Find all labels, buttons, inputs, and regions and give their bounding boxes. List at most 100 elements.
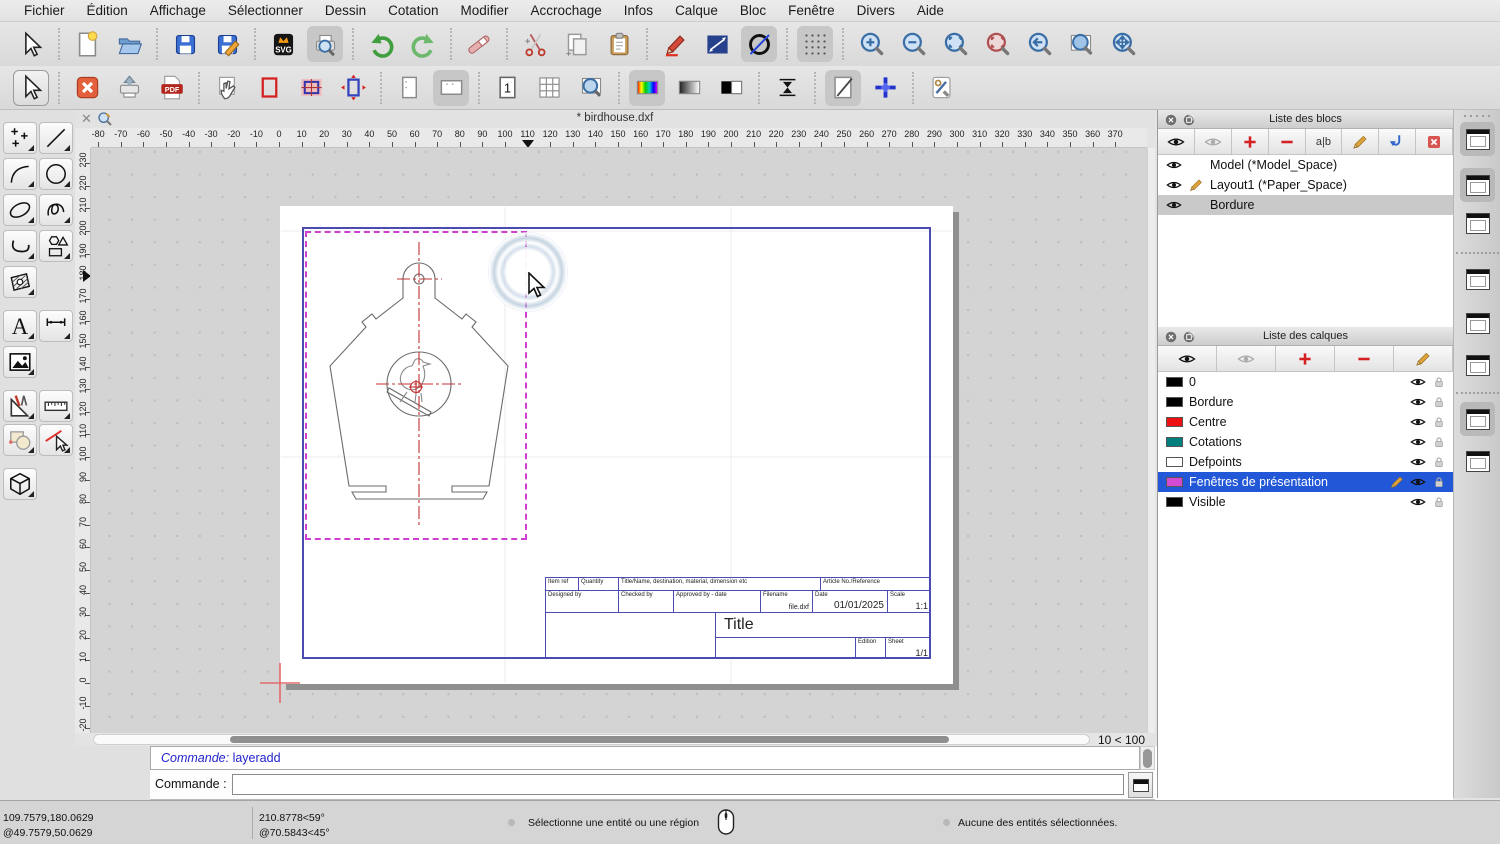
layer-row[interactable]: Bordure <box>1158 392 1453 412</box>
grid-icon[interactable] <box>797 26 833 62</box>
menu-calque[interactable]: Calque <box>664 3 729 18</box>
eyegray-icon[interactable] <box>1195 129 1232 154</box>
insert-icon[interactable] <box>1379 129 1416 154</box>
dock-blocks-icon[interactable] <box>1460 122 1495 156</box>
bw-icon[interactable] <box>713 70 749 106</box>
points-tool-icon[interactable] <box>3 122 37 154</box>
pdf-icon[interactable]: PDF <box>153 70 189 106</box>
horizontal-scrollbar[interactable]: 10 < 100 <box>91 733 1147 746</box>
command-history[interactable]: Commande: layeradd <box>150 746 1140 770</box>
hscroll-track[interactable] <box>93 734 1090 745</box>
layer-row-icons[interactable] <box>1410 434 1447 450</box>
menu-divers[interactable]: Divers <box>846 3 906 18</box>
arc-tool-icon[interactable] <box>3 158 37 190</box>
printup-icon[interactable] <box>111 70 147 106</box>
new-icon[interactable] <box>69 26 105 62</box>
layer-row-icons[interactable] <box>1410 394 1447 410</box>
hscroll-thumb[interactable] <box>230 736 949 743</box>
menu-selectionner[interactable]: Sélectionner <box>217 3 314 18</box>
menu-cotation[interactable]: Cotation <box>377 3 449 18</box>
dock-layer-list-icon[interactable] <box>1460 262 1495 296</box>
layer-row[interactable]: Visible <box>1158 492 1453 512</box>
layer-row[interactable]: 0 <box>1158 372 1453 392</box>
vport2-icon[interactable] <box>293 70 329 106</box>
layer-row[interactable]: Cotations <box>1158 432 1453 452</box>
visibility-eye-icon[interactable] <box>1166 197 1182 213</box>
vport-icon[interactable] <box>251 70 287 106</box>
crosshair-icon[interactable] <box>867 70 903 106</box>
circle-tool-icon[interactable] <box>39 158 73 190</box>
diameter-icon[interactable] <box>741 26 777 62</box>
dock-pen-icon[interactable] <box>1460 348 1495 382</box>
pencil-icon[interactable] <box>1342 129 1379 154</box>
line-tool-icon[interactable] <box>39 122 73 154</box>
command-scrollbar[interactable] <box>1140 746 1155 770</box>
layer-row-icons[interactable] <box>1410 494 1447 510</box>
box3d-tool-icon[interactable] <box>3 468 37 500</box>
redo-icon[interactable] <box>405 26 441 62</box>
ellipse-tool-icon[interactable] <box>3 194 37 226</box>
menu-fichier[interactable]: Fichier <box>13 3 76 18</box>
plus-icon[interactable] <box>1232 129 1269 154</box>
dock-preview-icon[interactable] <box>1460 206 1495 240</box>
visibility-eye-icon[interactable] <box>1166 157 1182 173</box>
drafttools-tool-icon[interactable] <box>3 390 37 422</box>
undo-icon[interactable] <box>363 26 399 62</box>
paste-icon[interactable] <box>601 26 637 62</box>
hatch-tool-icon[interactable] <box>3 266 37 298</box>
color-icon[interactable] <box>629 70 665 106</box>
layer-row-icons[interactable] <box>1410 454 1447 470</box>
cut-icon[interactable] <box>517 26 553 62</box>
zout-icon[interactable] <box>895 26 931 62</box>
preview-icon[interactable] <box>307 26 343 62</box>
block-row[interactable]: Layout1 (*Paper_Space) <box>1158 175 1453 195</box>
svg-icon[interactable]: SVG <box>265 26 301 62</box>
menu-aide[interactable]: Aide <box>906 3 955 18</box>
dim-tool-icon[interactable] <box>39 310 73 342</box>
distance-icon[interactable] <box>699 26 735 62</box>
command-input[interactable] <box>232 774 1124 795</box>
menu-affichage[interactable]: Affichage <box>139 3 217 18</box>
zpan-icon[interactable] <box>1105 26 1141 62</box>
block-row[interactable]: Bordure <box>1158 195 1453 215</box>
draft-icon[interactable] <box>825 70 861 106</box>
delx-icon[interactable] <box>1416 129 1453 154</box>
plus-icon[interactable] <box>1276 346 1335 371</box>
page1-icon[interactable]: 1 <box>489 70 525 106</box>
closex-icon[interactable] <box>69 70 105 106</box>
zauto-icon[interactable] <box>937 26 973 62</box>
fit-icon[interactable] <box>335 70 371 106</box>
vertical-scrollbar[interactable] <box>1147 148 1155 733</box>
boolean-tool-icon[interactable] <box>3 424 37 456</box>
cursor2-icon[interactable] <box>13 70 49 106</box>
menu-bloc[interactable]: Bloc <box>729 3 777 18</box>
layer-row[interactable]: Defpoints <box>1158 452 1453 472</box>
block-row[interactable]: Model (*Model_Space) <box>1158 155 1453 175</box>
zin-icon[interactable] <box>853 26 889 62</box>
zpage-icon[interactable] <box>573 70 609 106</box>
eraser-icon[interactable] <box>461 26 497 62</box>
eye-icon[interactable] <box>1158 129 1195 154</box>
menu-edition[interactable]: Édition <box>76 3 139 18</box>
tools-icon[interactable] <box>923 70 959 106</box>
eye-icon[interactable] <box>1158 346 1217 371</box>
polyline-tool-icon[interactable] <box>3 230 37 262</box>
ruler-tool-icon[interactable] <box>39 390 73 422</box>
minus-icon[interactable] <box>1269 129 1306 154</box>
minus-icon[interactable] <box>1335 346 1394 371</box>
visibility-eye-icon[interactable] <box>1166 177 1182 193</box>
save-icon[interactable] <box>167 26 203 62</box>
command-popout-button[interactable] <box>1128 772 1153 798</box>
pages-icon[interactable] <box>531 70 567 106</box>
menu-dessin[interactable]: Dessin <box>314 3 377 18</box>
saveas-icon[interactable] <box>209 26 245 62</box>
bowtie-icon[interactable] <box>769 70 805 106</box>
dock-filter-icon[interactable] <box>1460 306 1495 340</box>
pencil-icon[interactable] <box>1394 346 1453 371</box>
menu-modifier[interactable]: Modifier <box>449 3 519 18</box>
copy-icon[interactable] <box>559 26 595 62</box>
layer-row-icons[interactable] <box>1410 414 1447 430</box>
portrait-icon[interactable] <box>391 70 427 106</box>
dock-library-icon[interactable] <box>1460 168 1495 202</box>
modify-tool-icon[interactable] <box>39 424 73 456</box>
